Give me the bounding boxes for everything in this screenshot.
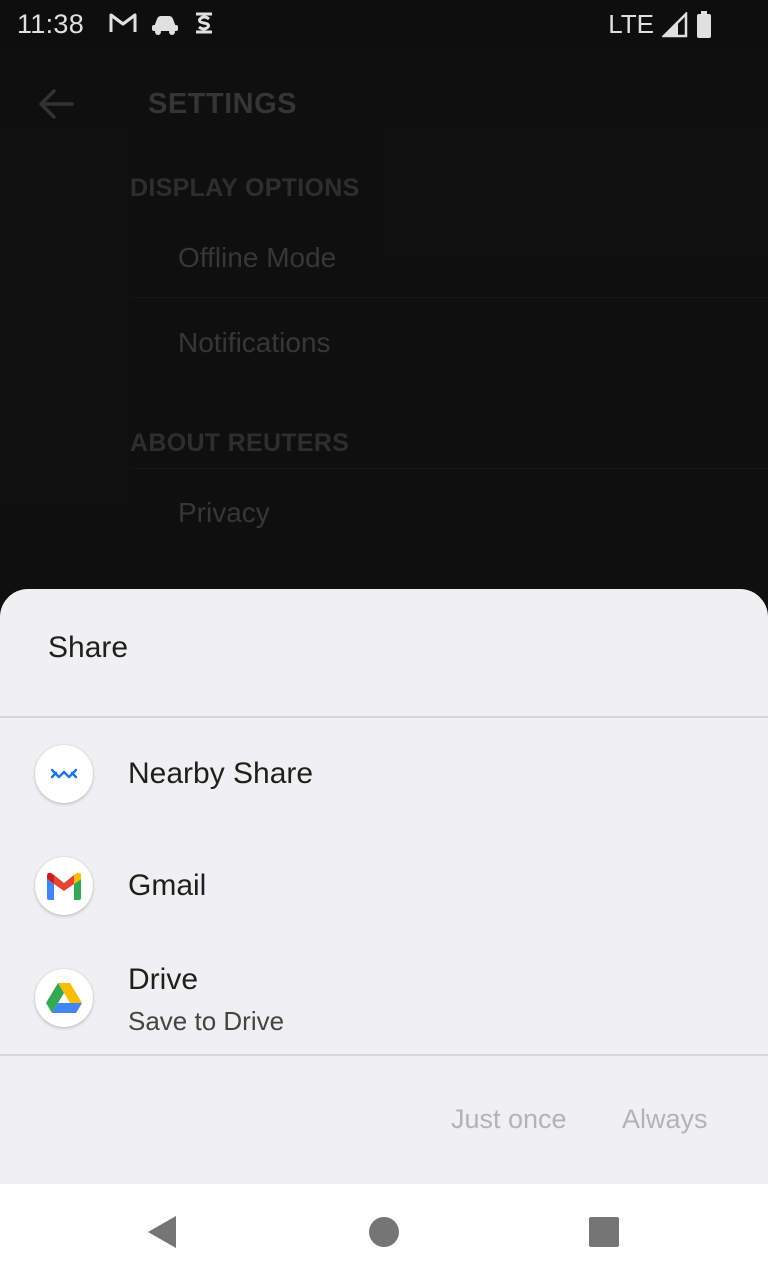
- nearby-share-icon: [35, 745, 93, 803]
- nav-recents-button[interactable]: [584, 1212, 624, 1252]
- sheet-title: Share: [48, 631, 129, 664]
- share-target-gmail[interactable]: Gmail: [0, 831, 768, 943]
- always-button[interactable]: Always: [622, 1104, 708, 1135]
- share-target-label: Nearby Share: [128, 757, 314, 790]
- share-target-label: Gmail: [128, 869, 207, 902]
- navigation-bar: [0, 1184, 768, 1280]
- share-target-sublabel: Save to Drive: [128, 1006, 285, 1036]
- back-icon: [148, 1216, 176, 1248]
- share-sheet: Share Nearby Share Gmail Drive Save to D…: [0, 589, 768, 1184]
- just-once-button[interactable]: Just once: [451, 1104, 567, 1135]
- drive-icon: [35, 969, 93, 1027]
- share-target-nearby-share[interactable]: Nearby Share: [0, 719, 768, 831]
- nav-back-button[interactable]: [142, 1212, 182, 1252]
- share-target-drive[interactable]: Drive Save to Drive: [0, 943, 768, 1055]
- home-icon: [369, 1217, 399, 1247]
- nav-home-button[interactable]: [364, 1212, 404, 1252]
- share-target-label: Drive: [128, 963, 199, 996]
- sheet-divider-bottom: [0, 1054, 768, 1056]
- gmail-icon: [35, 857, 93, 915]
- sheet-divider-top: [0, 716, 768, 718]
- recents-icon: [589, 1217, 619, 1247]
